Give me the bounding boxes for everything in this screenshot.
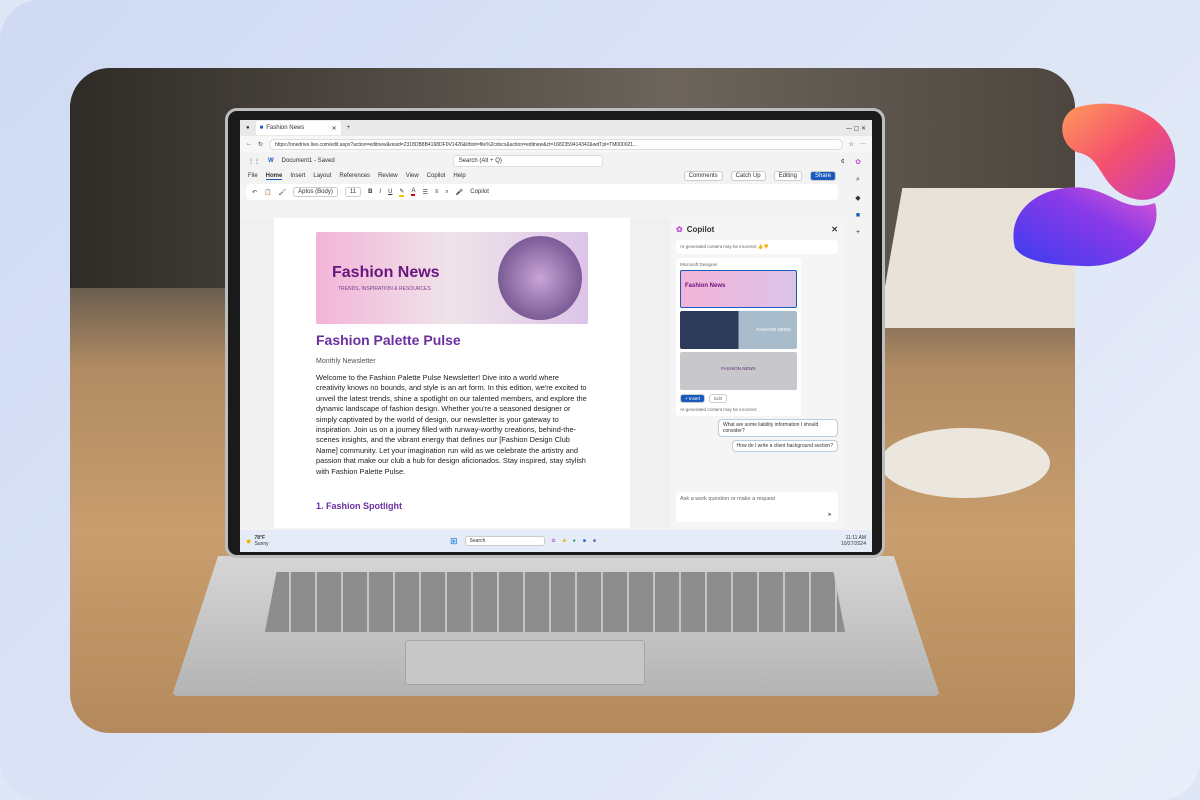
word-header: ⋮⋮ W Document1 - Saved Search (Alt + Q) …	[240, 152, 872, 170]
paste-icon[interactable]: 📋	[264, 189, 271, 196]
tab-file[interactable]: File	[248, 173, 258, 179]
document-page[interactable]: Fashion News TRENDS, INSPIRATION & RESOU…	[274, 218, 630, 528]
word-icon: ■	[259, 125, 264, 131]
designer-card: Microsoft Designer Fashion News FASHION …	[676, 258, 801, 416]
tab-references[interactable]: References	[339, 173, 370, 179]
font-color-icon[interactable]: A	[411, 188, 416, 196]
favorites-icon[interactable]: ☆	[849, 141, 854, 148]
copilot-ribbon-button[interactable]: Copilot	[470, 189, 489, 195]
bullets-icon[interactable]: ☰	[422, 189, 427, 196]
store-icon[interactable]: ■	[583, 538, 586, 544]
tab-bar: ● ■ Fashion News ✕ + — ▢ ✕	[240, 120, 872, 136]
touchpad	[405, 640, 645, 685]
disclaimer-card: AI-generated content may be incorrect 👍👎	[676, 240, 838, 254]
design-option-3[interactable]: FASHION NEWS	[680, 352, 797, 390]
start-icon[interactable]: ⊞	[450, 536, 458, 547]
document-area: Fashion News TRENDS, INSPIRATION & RESOU…	[240, 218, 670, 528]
edit-button[interactable]: Edit	[709, 394, 727, 403]
ribbon: ↶ 📋 🖌 Aptos (Body) 11 B I U ✎ A ☰ ≡ ⌕ 🎤 Copilo…	[246, 184, 838, 200]
copilot-edge-icon[interactable]: ✿	[855, 158, 861, 166]
share-button[interactable]: Share	[809, 171, 836, 181]
copilot-pane: ✿ Copilot ✕ AI-generated content may be in…	[672, 218, 842, 528]
find-icon[interactable]: ⌕	[445, 189, 448, 196]
send-icon[interactable]: ➤	[827, 512, 832, 518]
italic-icon[interactable]: I	[379, 189, 381, 195]
dictate-icon[interactable]: 🎤	[456, 189, 463, 196]
tab-review[interactable]: Review	[378, 173, 398, 179]
outlook-icon[interactable]: ■	[856, 212, 860, 219]
back-icon[interactable]: ←	[246, 141, 252, 147]
underline-icon[interactable]: U	[388, 189, 392, 195]
fashion-photo	[498, 236, 582, 320]
document-subtitle: Monthly Newsletter	[316, 358, 376, 365]
document-title: Fashion Palette Pulse	[316, 332, 461, 348]
more-icon[interactable]: ···	[860, 141, 866, 147]
undo-icon[interactable]: ↶	[252, 189, 257, 196]
thumbs-down-icon[interactable]: 👎	[763, 244, 769, 249]
search-input[interactable]: Search (Alt + Q)	[452, 155, 603, 167]
plate	[880, 428, 1050, 498]
section-heading: 1. Fashion Spotlight	[316, 501, 402, 512]
tab-help[interactable]: Help	[453, 173, 465, 179]
tab-layout[interactable]: Layout	[313, 173, 331, 179]
close-tab-icon[interactable]: ✕	[332, 125, 337, 132]
profile-icon[interactable]: ●	[246, 125, 250, 131]
suggestion-chip[interactable]: How do I write a client background secti…	[731, 440, 838, 452]
format-painter-icon[interactable]: 🖌	[279, 189, 287, 196]
bold-icon[interactable]: B	[368, 189, 372, 195]
editing-button[interactable]: Editing	[773, 171, 802, 181]
size-select[interactable]: 11	[344, 187, 362, 197]
tab-view[interactable]: View	[406, 173, 419, 179]
catchup-button[interactable]: Catch Up	[730, 171, 766, 181]
highlight-icon[interactable]: ✎	[399, 188, 405, 197]
tab-home[interactable]: Home	[265, 173, 283, 180]
font-select[interactable]: Aptos (Body)	[293, 187, 338, 197]
menu-tabs: File Home Insert Layout References Revie…	[240, 170, 872, 182]
doc-name[interactable]: Document1 - Saved	[282, 158, 335, 164]
app-launcher-icon[interactable]: ⋮⋮	[248, 158, 260, 165]
insert-button[interactable]: + Insert	[680, 394, 706, 403]
url-field[interactable]: https://onedrive.live.com/edit.aspx?acti…	[269, 138, 843, 150]
design-option-2[interactable]: FASHION NEWS	[680, 311, 797, 349]
files-icon[interactable]: ■	[563, 538, 566, 544]
taskbar-search[interactable]: Search	[464, 536, 545, 546]
add-icon[interactable]: +	[856, 229, 860, 236]
window-controls[interactable]: — ▢ ✕	[846, 125, 866, 132]
copilot-taskbar-icon[interactable]: ✿	[552, 538, 556, 544]
edge-icon[interactable]: ●	[573, 538, 576, 544]
tab-insert[interactable]: Insert	[290, 173, 305, 179]
new-tab-icon[interactable]: +	[347, 125, 351, 131]
taskbar: ● 78°F Sunny ⊞ Search ✿ ■ ● ■ ■ 11:11 AM 1…	[240, 530, 872, 552]
tools-icon[interactable]: ◆	[855, 194, 860, 202]
refresh-icon[interactable]: ↻	[258, 141, 263, 148]
document-body: Welcome to the Fashion Palette Pulse New…	[316, 373, 587, 476]
close-icon[interactable]: ✕	[831, 225, 838, 234]
tab-copilot[interactable]: Copilot	[427, 173, 446, 179]
copilot-logo	[1013, 103, 1176, 267]
keyboard	[265, 572, 845, 632]
newsletter-banner: Fashion News TRENDS, INSPIRATION & RESOU…	[316, 232, 588, 324]
copilot-icon: ✿	[676, 224, 683, 234]
weather-icon: ●	[246, 536, 252, 546]
align-icon[interactable]: ≡	[435, 189, 439, 195]
edge-sidebar: ✿ ⌕ ◆ ■ +	[844, 152, 872, 528]
design-option-1[interactable]: Fashion News	[680, 270, 797, 308]
search-icon[interactable]: ⌕	[856, 176, 860, 184]
clock[interactable]: 11:11 AM 10/27/2024	[841, 535, 866, 547]
address-bar-row: ← ↻ https://onedrive.live.com/edit.aspx?a…	[240, 136, 872, 152]
screen: ● ■ Fashion News ✕ + — ▢ ✕ ← ↻ https://oned…	[240, 120, 872, 552]
browser-tab[interactable]: ■ Fashion News ✕	[255, 121, 341, 135]
suggestion-chip[interactable]: What are some liability information I sh…	[718, 419, 838, 437]
teams-icon[interactable]: ■	[593, 538, 596, 544]
word-logo-icon: W	[268, 158, 274, 164]
copilot-ask-input[interactable]: Ask a work question or make a request ➤	[676, 492, 838, 522]
comments-button[interactable]: Comments	[683, 171, 723, 181]
